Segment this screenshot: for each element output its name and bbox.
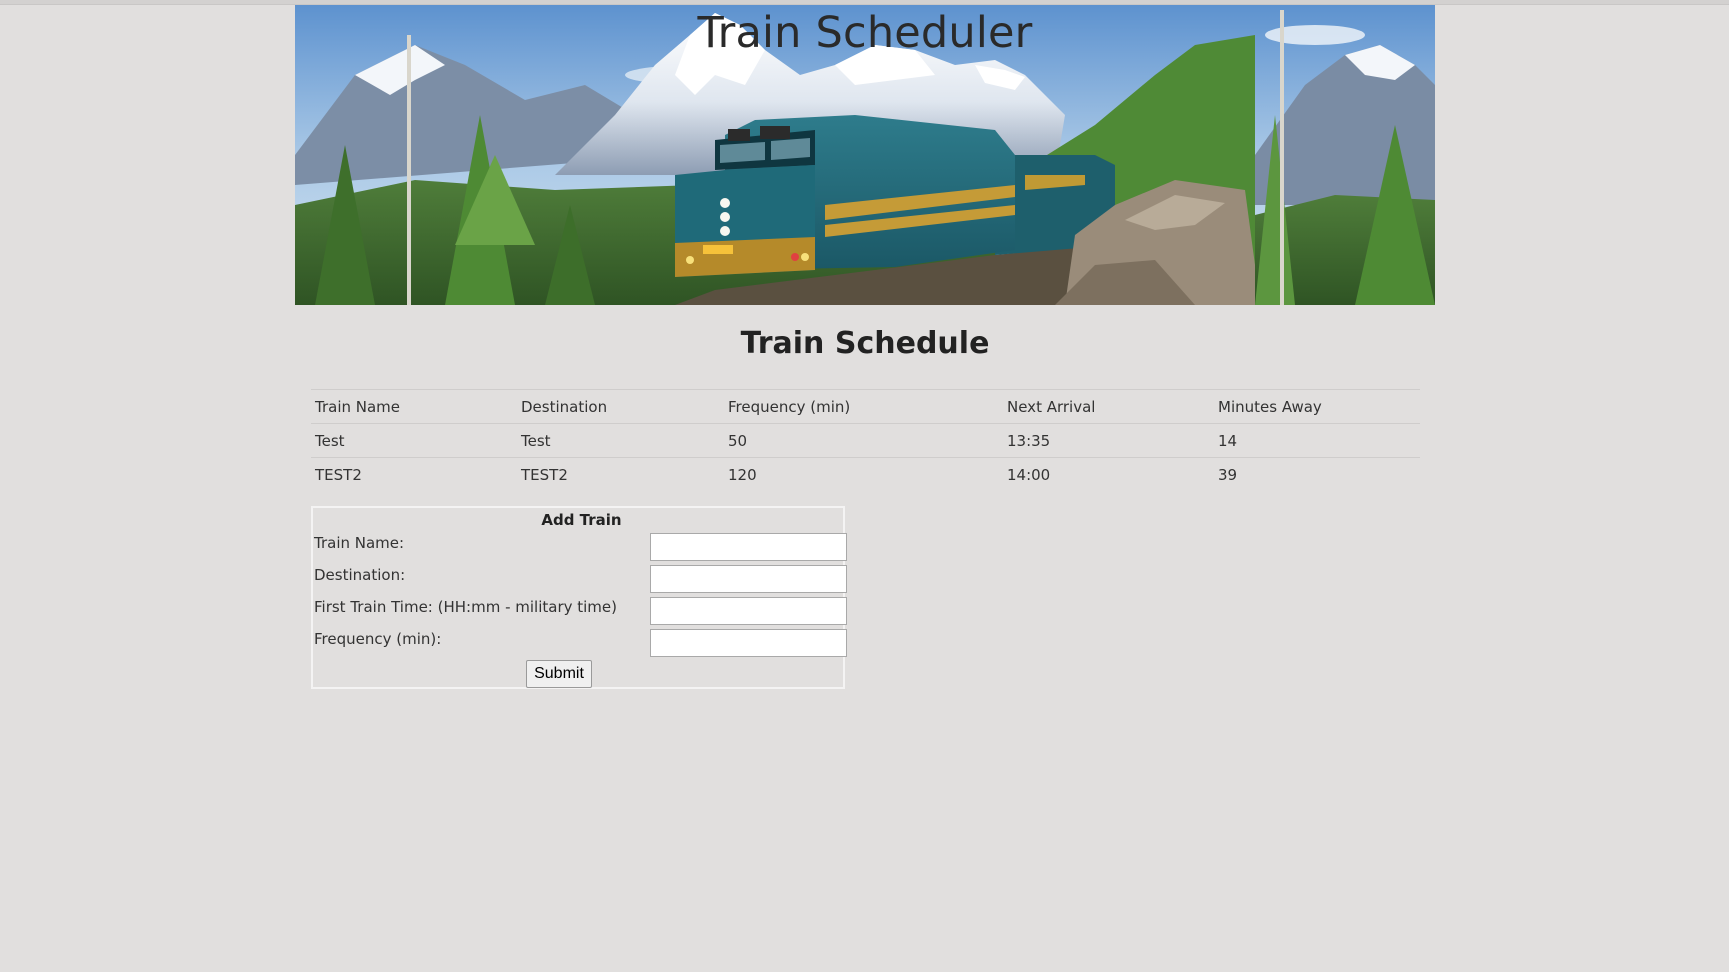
table-row: Test Test 50 13:35 14 — [311, 423, 1420, 458]
cell-destination: Test — [517, 423, 724, 458]
first-train-time-input[interactable] — [650, 597, 847, 625]
cell-destination: TEST2 — [517, 457, 724, 491]
table-header-row: Train Name Destination Frequency (min) N… — [311, 389, 1420, 424]
cell-minutes-away: 14 — [1214, 423, 1420, 458]
frequency-label: Frequency (min): — [314, 630, 442, 648]
frequency-input[interactable] — [650, 629, 847, 657]
first-train-time-label: First Train Time: (HH:mm - military time… — [314, 598, 618, 616]
schedule-table: Train Name Destination Frequency (min) N… — [311, 389, 1420, 491]
form-title: Add Train — [541, 511, 622, 529]
column-header-destination: Destination — [517, 389, 724, 424]
column-header-next-arrival: Next Arrival — [1003, 389, 1214, 424]
destination-label: Destination: — [314, 566, 406, 584]
destination-input[interactable] — [650, 565, 847, 593]
add-train-form: Add Train Train Name: Destination: First… — [311, 506, 847, 689]
site-title: Train Scheduler — [697, 8, 1033, 58]
schedule-heading: Train Schedule — [740, 326, 990, 361]
cell-train-name: Test — [311, 423, 517, 458]
cell-minutes-away: 39 — [1214, 457, 1420, 491]
submit-button[interactable]: Submit — [526, 660, 592, 688]
cell-frequency: 50 — [724, 423, 1003, 458]
train-name-input[interactable] — [650, 533, 847, 561]
cell-next-arrival: 14:00 — [1003, 457, 1214, 491]
column-header-minutes-away: Minutes Away — [1214, 389, 1420, 424]
train-name-label: Train Name: — [314, 534, 405, 552]
cell-train-name: TEST2 — [311, 457, 517, 491]
column-header-train-name: Train Name — [311, 389, 517, 424]
column-header-frequency: Frequency (min) — [724, 389, 1003, 424]
header-banner: Train Scheduler — [295, 5, 1435, 305]
table-row: TEST2 TEST2 120 14:00 39 — [311, 457, 1420, 491]
cell-frequency: 120 — [724, 457, 1003, 491]
cell-next-arrival: 13:35 — [1003, 423, 1214, 458]
